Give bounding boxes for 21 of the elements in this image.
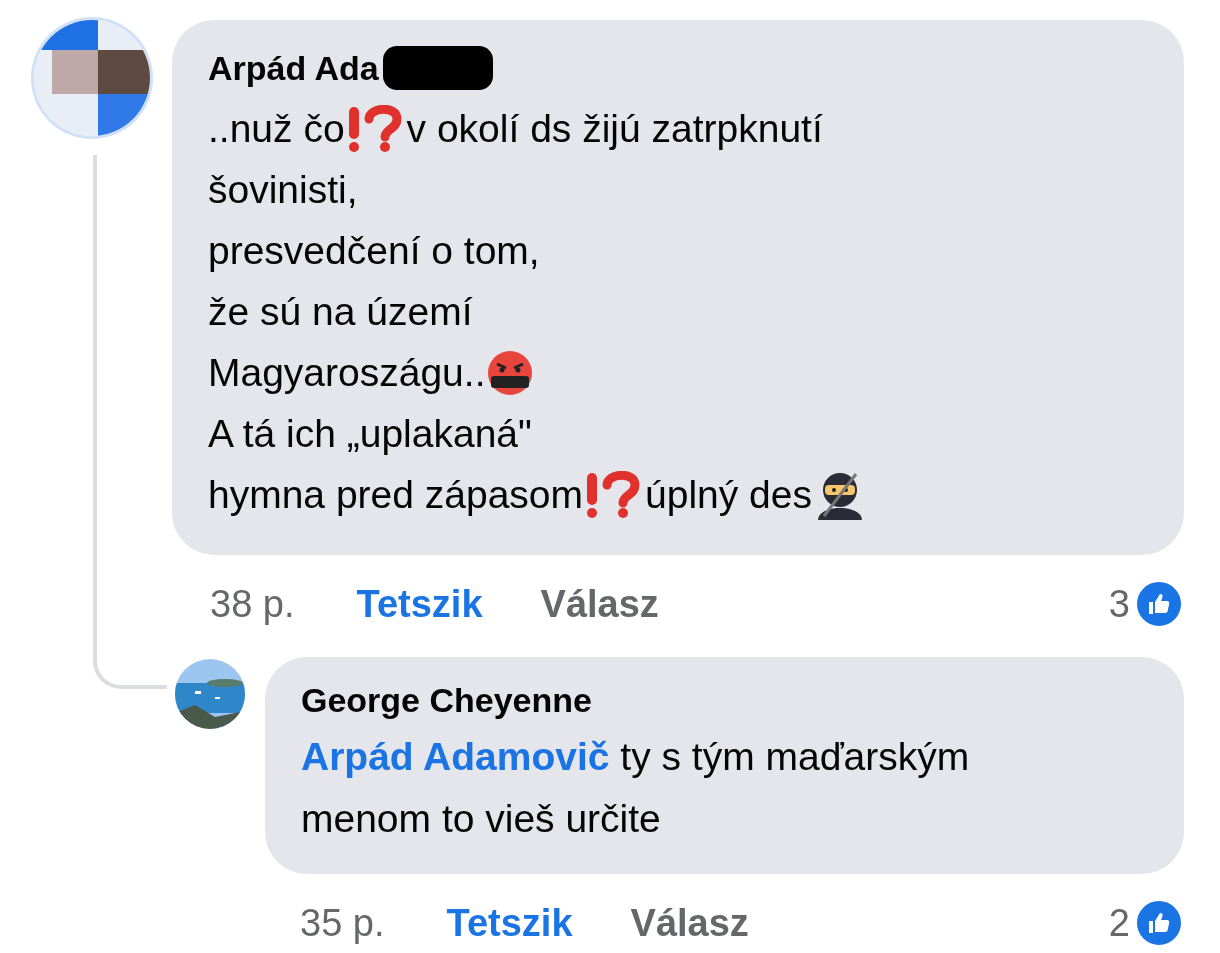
comment-text: v okolí ds žijú zatrpknutí <box>406 106 823 152</box>
timestamp: 35 p. <box>300 901 385 945</box>
author-name[interactable]: George Cheyenne <box>301 681 592 719</box>
comment-text: šovinisti, <box>208 167 358 213</box>
comment-text: úplný des <box>645 472 812 518</box>
comment-text: hymna pred zápasom <box>208 472 584 518</box>
comment-text: A tá ich „uplakaná" <box>208 411 532 457</box>
reply-text: Arpád Adamovič ty s tým maďarským menom to vieš určite <box>301 734 971 842</box>
author-name[interactable]: Arpád Ada <box>208 48 379 88</box>
mention-link[interactable]: Arpád Adamovič <box>301 735 610 778</box>
like-button[interactable]: Tetszik <box>356 582 483 626</box>
comment-text: že sú na území <box>208 289 473 335</box>
comment-text: ..nuž čo <box>208 106 345 152</box>
reply-button[interactable]: Válasz <box>630 901 749 945</box>
reaction-count: 2 <box>1108 901 1130 945</box>
comment-text: Magyaroszágu.. <box>208 350 486 396</box>
timestamp: 38 p. <box>210 582 295 626</box>
comment-text: presvedčení o tom, <box>208 228 540 274</box>
reaction-count: 3 <box>1108 582 1130 626</box>
like-button[interactable]: Tetszik <box>446 901 573 945</box>
reply-button[interactable]: Válasz <box>540 582 659 626</box>
